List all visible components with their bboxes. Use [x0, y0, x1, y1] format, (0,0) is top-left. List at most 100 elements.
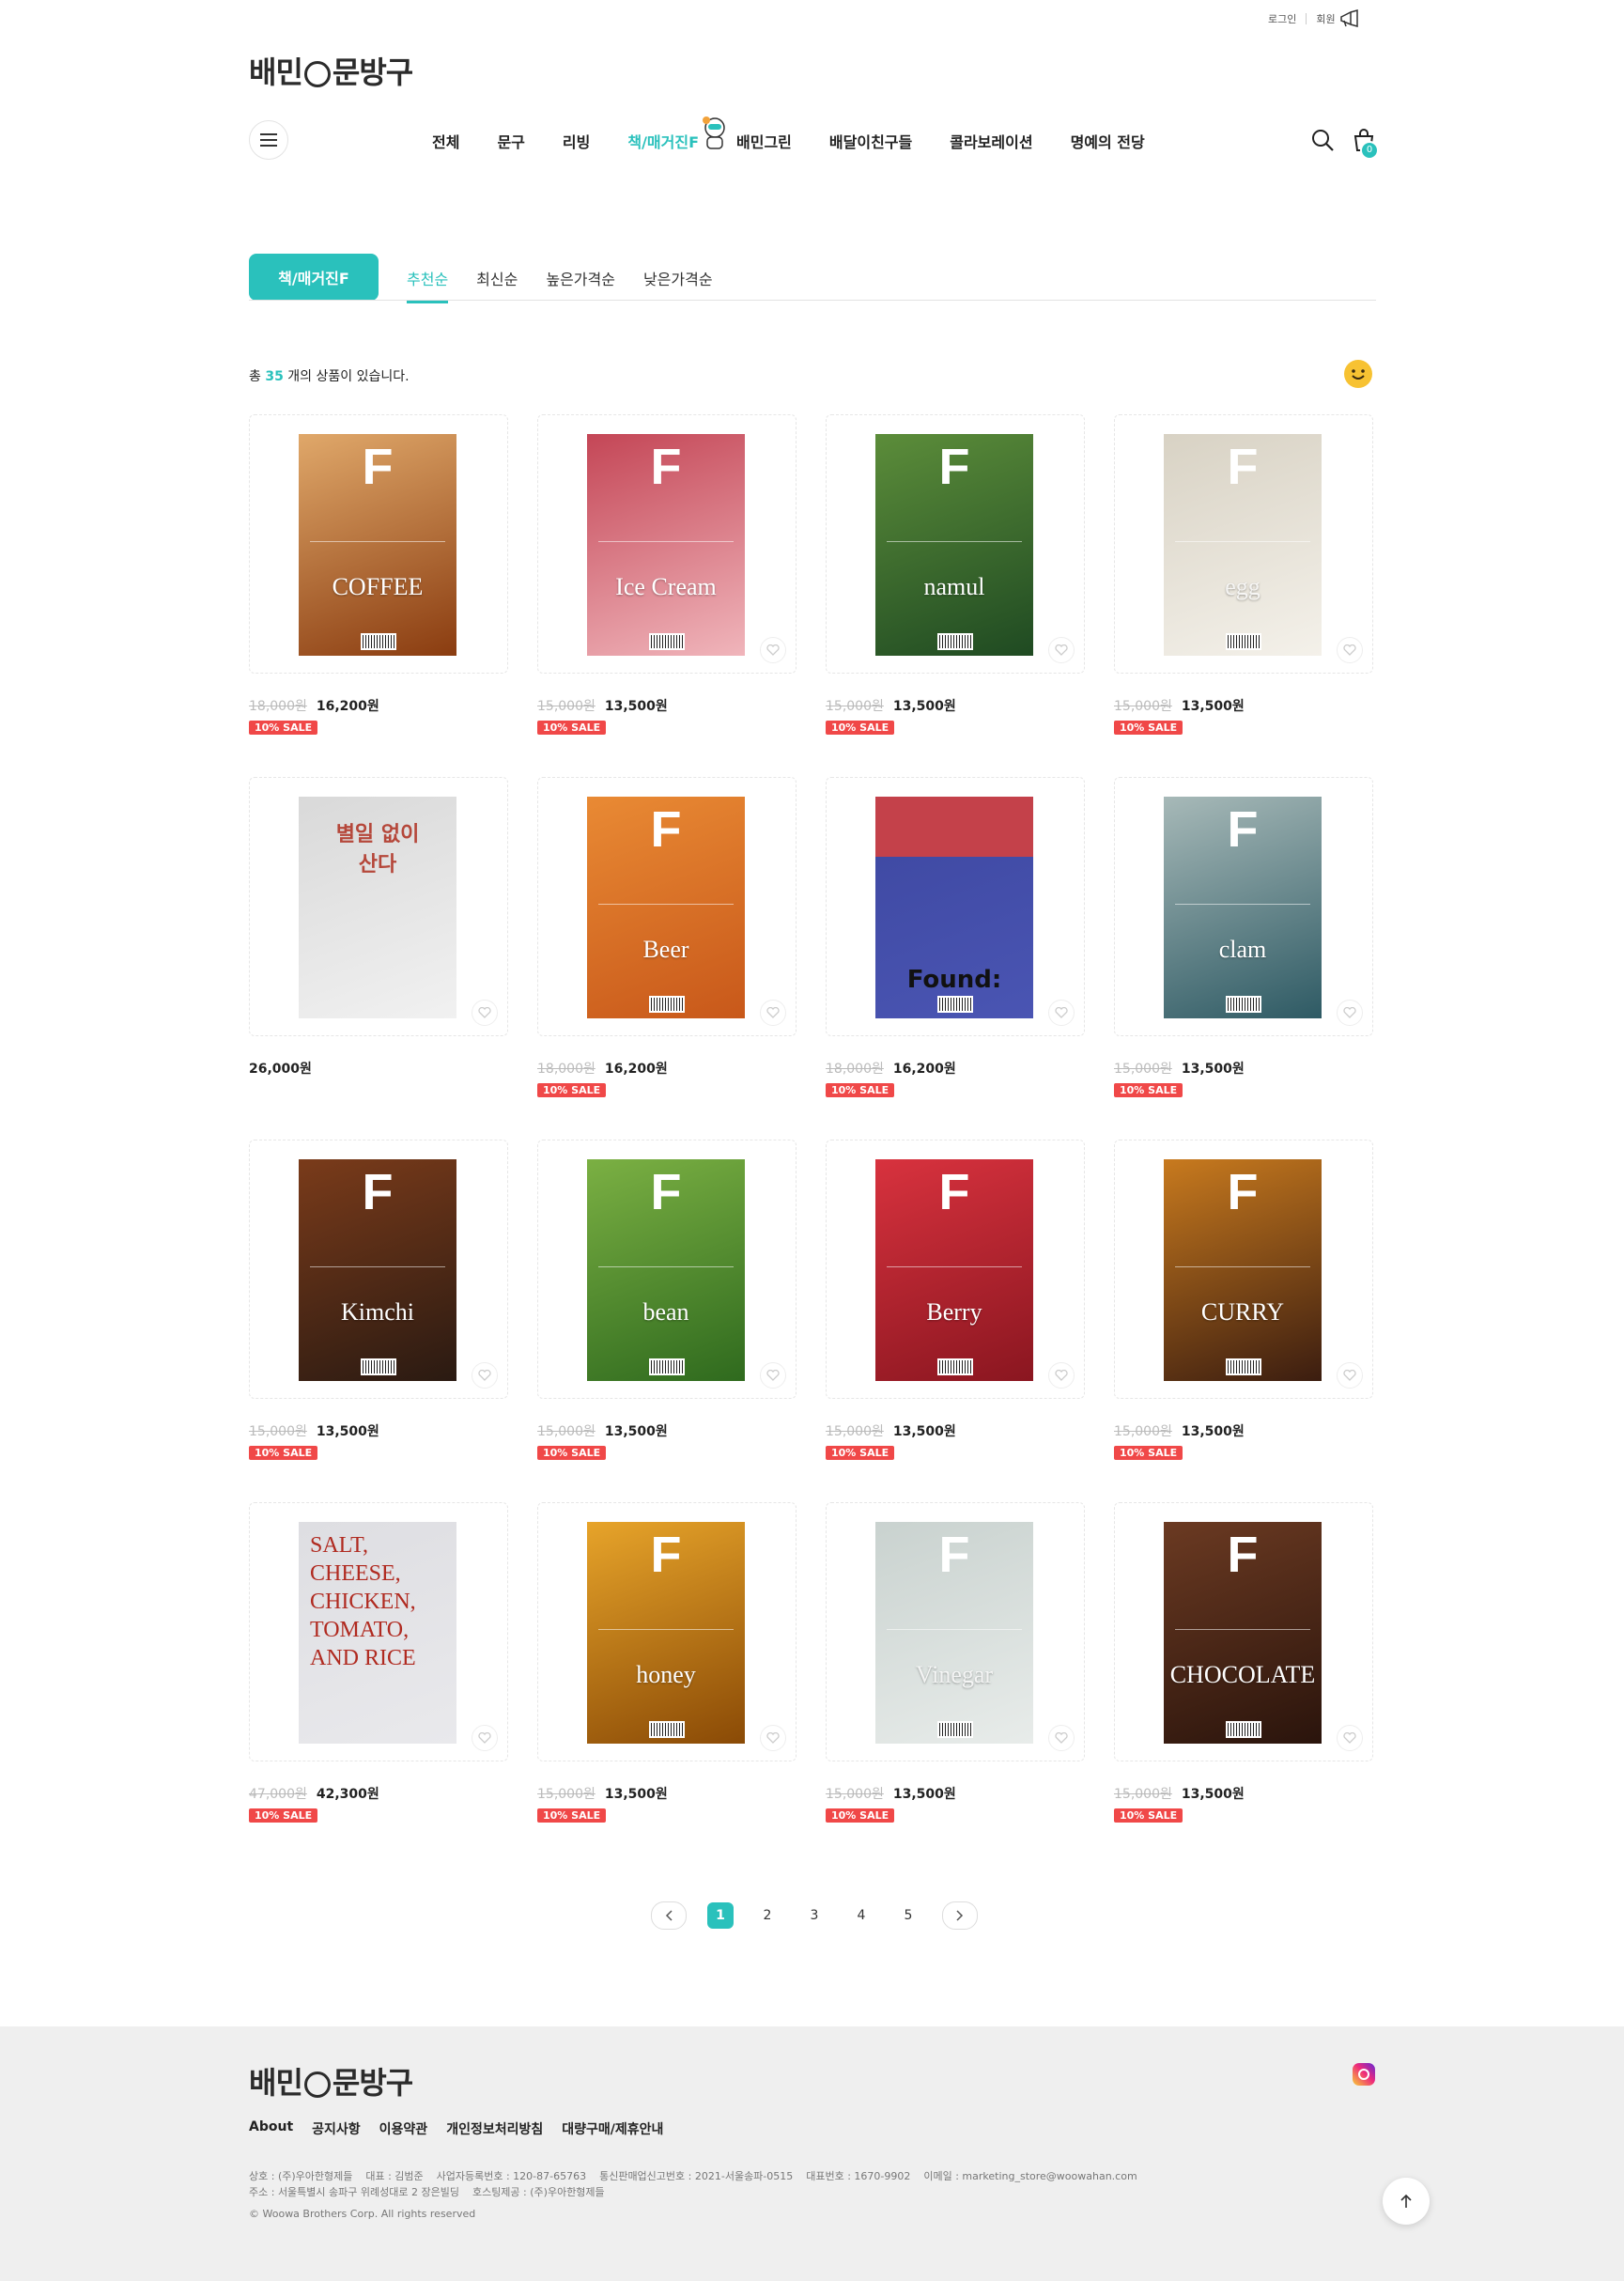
cover-title: CURRY	[1200, 1298, 1285, 1326]
instagram-icon[interactable]	[1353, 2063, 1375, 2086]
wishlist-button[interactable]	[1337, 1725, 1363, 1751]
cover-title: clam	[1218, 936, 1267, 963]
logo-text-left: 배민	[249, 54, 303, 90]
nav-item-books[interactable]: 책/매거진F	[627, 130, 699, 152]
top-links: 로그인 회원	[1268, 9, 1360, 28]
original-price: 15,000원	[537, 1424, 595, 1439]
tab-recommended[interactable]: 추천순	[407, 267, 449, 303]
product-card[interactable]: Fnamul 15,000원 13,500원 10% SALE	[826, 414, 1085, 735]
wishlist-button[interactable]	[760, 637, 786, 663]
price-row: 15,000원 13,500원	[1114, 1784, 1373, 1803]
product-image-frame[interactable]: F Vinegar	[826, 1502, 1085, 1761]
product-image-frame[interactable]: F COFFEE	[249, 414, 508, 674]
divider	[1306, 13, 1307, 24]
product-image-frame[interactable]: F CHOCOLATE	[1114, 1502, 1373, 1761]
product-card[interactable]: F CURRY 15,000원 13,500원 10% SALE	[1114, 1140, 1373, 1460]
wishlist-button[interactable]	[472, 1000, 498, 1026]
product-image-frame[interactable]: F Ice Cream	[537, 414, 797, 674]
product-card[interactable]: 별일 없이 산다 26,000원	[249, 777, 508, 1078]
product-image-frame[interactable]: Fhoney	[537, 1502, 797, 1761]
footer-link-about[interactable]: About	[249, 2119, 293, 2138]
product-card[interactable]: F CHOCOLATE 15,000원 13,500원 10% SALE	[1114, 1502, 1373, 1823]
product-image-frame[interactable]: Fclam	[1114, 777, 1373, 1036]
heart-icon	[766, 1370, 780, 1381]
wishlist-button[interactable]	[1337, 637, 1363, 663]
footer-link-terms[interactable]: 이용약관	[379, 2119, 428, 2138]
nav-item-collab[interactable]: 콜라보레이션	[950, 130, 1032, 152]
megaphone-icon[interactable]	[1339, 9, 1360, 28]
wishlist-button[interactable]	[1337, 1000, 1363, 1026]
product-image-frame[interactable]: F CURRY	[1114, 1140, 1373, 1399]
cover-title: COFFEE	[332, 573, 424, 600]
logo-emblem-icon	[303, 61, 331, 87]
page-1[interactable]: 1	[707, 1902, 734, 1929]
heart-icon	[478, 1370, 491, 1381]
nav-item-stationery[interactable]: 문구	[497, 130, 524, 152]
tab-price-low[interactable]: 낮은가격순	[643, 267, 713, 303]
footer-logo[interactable]: 배민 문방구	[249, 2059, 413, 2103]
tab-newest[interactable]: 최신순	[476, 267, 518, 303]
product-card[interactable]: F Beer 18,000원 16,200원 10% SALE	[537, 777, 797, 1097]
barcode-icon	[361, 633, 396, 650]
product-image-frame[interactable]: Found:	[826, 777, 1085, 1036]
product-card[interactable]: Fbean 15,000원 13,500원 10% SALE	[537, 1140, 797, 1460]
wishlist-button[interactable]	[1048, 1000, 1075, 1026]
wishlist-button[interactable]	[760, 1725, 786, 1751]
nav-item-living[interactable]: 리빙	[563, 130, 590, 152]
cover-logo-icon: F	[938, 439, 970, 495]
wishlist-button[interactable]	[760, 1000, 786, 1026]
product-image-frame[interactable]: F Berry	[826, 1140, 1085, 1399]
login-link[interactable]: 로그인	[1268, 11, 1296, 26]
sale-price: 13,500원	[604, 699, 668, 714]
search-icon[interactable]	[1310, 128, 1335, 152]
footer-link-notice[interactable]: 공지사항	[312, 2119, 361, 2138]
wishlist-button[interactable]	[472, 1362, 498, 1389]
product-card[interactable]: F Vinegar 15,000원 13,500원 10% SALE	[826, 1502, 1085, 1823]
nav-item-all[interactable]: 전체	[432, 130, 459, 152]
product-image-frame[interactable]: Fnamul	[826, 414, 1085, 674]
next-page-button[interactable]	[942, 1901, 978, 1930]
wishlist-button[interactable]	[1048, 1362, 1075, 1389]
product-card[interactable]: F COFFEE 18,000원 16,200원 10% SALE	[249, 414, 508, 735]
product-image-frame[interactable]: F Kimchi	[249, 1140, 508, 1399]
cover-logo-icon: F	[650, 1164, 682, 1220]
menu-button[interactable]	[249, 120, 288, 160]
product-card[interactable]: F Ice Cream 15,000원 13,500원 10% SALE	[537, 414, 797, 735]
sale-price: 13,500원	[316, 1424, 379, 1439]
logo[interactable]: 배민 문방구	[249, 49, 413, 92]
cover-title: honey	[636, 1661, 696, 1688]
wishlist-button[interactable]	[760, 1362, 786, 1389]
wishlist-button[interactable]	[472, 1725, 498, 1751]
page-4[interactable]: 4	[848, 1902, 874, 1929]
nav-item-friends[interactable]: 배달이친구들	[829, 130, 912, 152]
wishlist-button[interactable]	[1048, 1725, 1075, 1751]
product-card[interactable]: SALT, CHEESE, CHICKEN, TOMATO, AND RICE 4…	[249, 1502, 508, 1823]
page-5[interactable]: 5	[895, 1902, 921, 1929]
product-card[interactable]: Fclam 15,000원 13,500원 10% SALE	[1114, 777, 1373, 1097]
product-card[interactable]: Found: 18,000원 16,200원 10% SALE	[826, 777, 1085, 1097]
tab-price-high[interactable]: 높은가격순	[546, 267, 615, 303]
category-pill[interactable]: 책/매거진F	[249, 254, 379, 301]
nav-item-hall-of-fame[interactable]: 명예의 전당	[1071, 130, 1145, 152]
footer-link-privacy[interactable]: 개인정보처리방침	[446, 2119, 543, 2138]
product-card[interactable]: Fegg 15,000원 13,500원 10% SALE	[1114, 414, 1373, 735]
page-2[interactable]: 2	[754, 1902, 781, 1929]
cover-title: Vinegar	[915, 1661, 994, 1688]
footer-link-bulk[interactable]: 대량구매/제휴안내	[562, 2119, 663, 2138]
product-card[interactable]: F Berry 15,000원 13,500원 10% SALE	[826, 1140, 1085, 1460]
product-image-frame[interactable]: Fbean	[537, 1140, 797, 1399]
scroll-top-button[interactable]	[1383, 2178, 1430, 2225]
signup-link[interactable]: 회원	[1316, 11, 1335, 26]
product-image-frame[interactable]: Fegg	[1114, 414, 1373, 674]
smile-icon[interactable]	[1343, 359, 1373, 389]
product-card[interactable]: Fhoney 15,000원 13,500원 10% SALE	[537, 1502, 797, 1823]
product-image-frame[interactable]: F Beer	[537, 777, 797, 1036]
page-3[interactable]: 3	[801, 1902, 827, 1929]
product-image-frame[interactable]: SALT, CHEESE, CHICKEN, TOMATO, AND RICE	[249, 1502, 508, 1761]
wishlist-button[interactable]	[1048, 637, 1075, 663]
prev-page-button[interactable]	[651, 1901, 687, 1930]
product-card[interactable]: F Kimchi 15,000원 13,500원 10% SALE	[249, 1140, 508, 1460]
nav-item-green[interactable]: 배민그린	[736, 130, 792, 152]
product-image-frame[interactable]: 별일 없이 산다	[249, 777, 508, 1036]
wishlist-button[interactable]	[1337, 1362, 1363, 1389]
